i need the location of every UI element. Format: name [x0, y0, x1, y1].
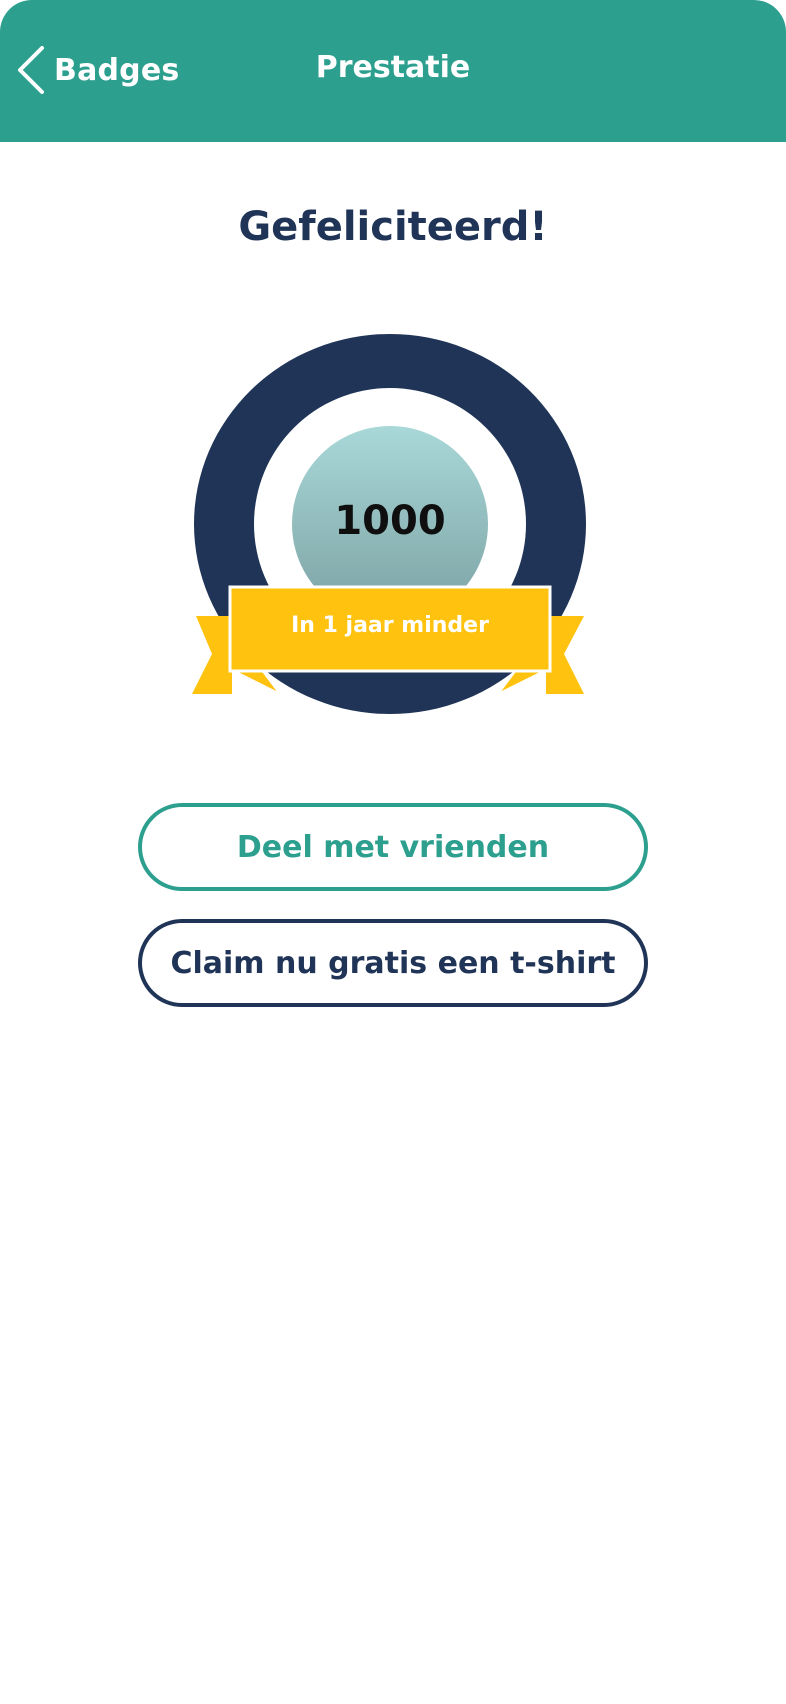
share-with-friends-button[interactable]: Deel met vrienden — [138, 803, 648, 891]
page-title: Prestatie — [315, 50, 471, 85]
top-bar: Badges Prestatie — [0, 0, 786, 142]
claim-tshirt-button[interactable]: Claim nu gratis een t-shirt — [138, 919, 648, 1007]
badge-number: 1000 — [334, 498, 446, 544]
congratulations-heading: Gefeliciteerd! — [238, 204, 548, 250]
badge-ribbon-label: In 1 jaar minder — [291, 613, 489, 638]
ribbon-tail-right — [546, 616, 584, 694]
achievement-badge: 1000 In 1 jaar minder — [190, 330, 590, 720]
ribbon-tail-left — [192, 616, 232, 694]
